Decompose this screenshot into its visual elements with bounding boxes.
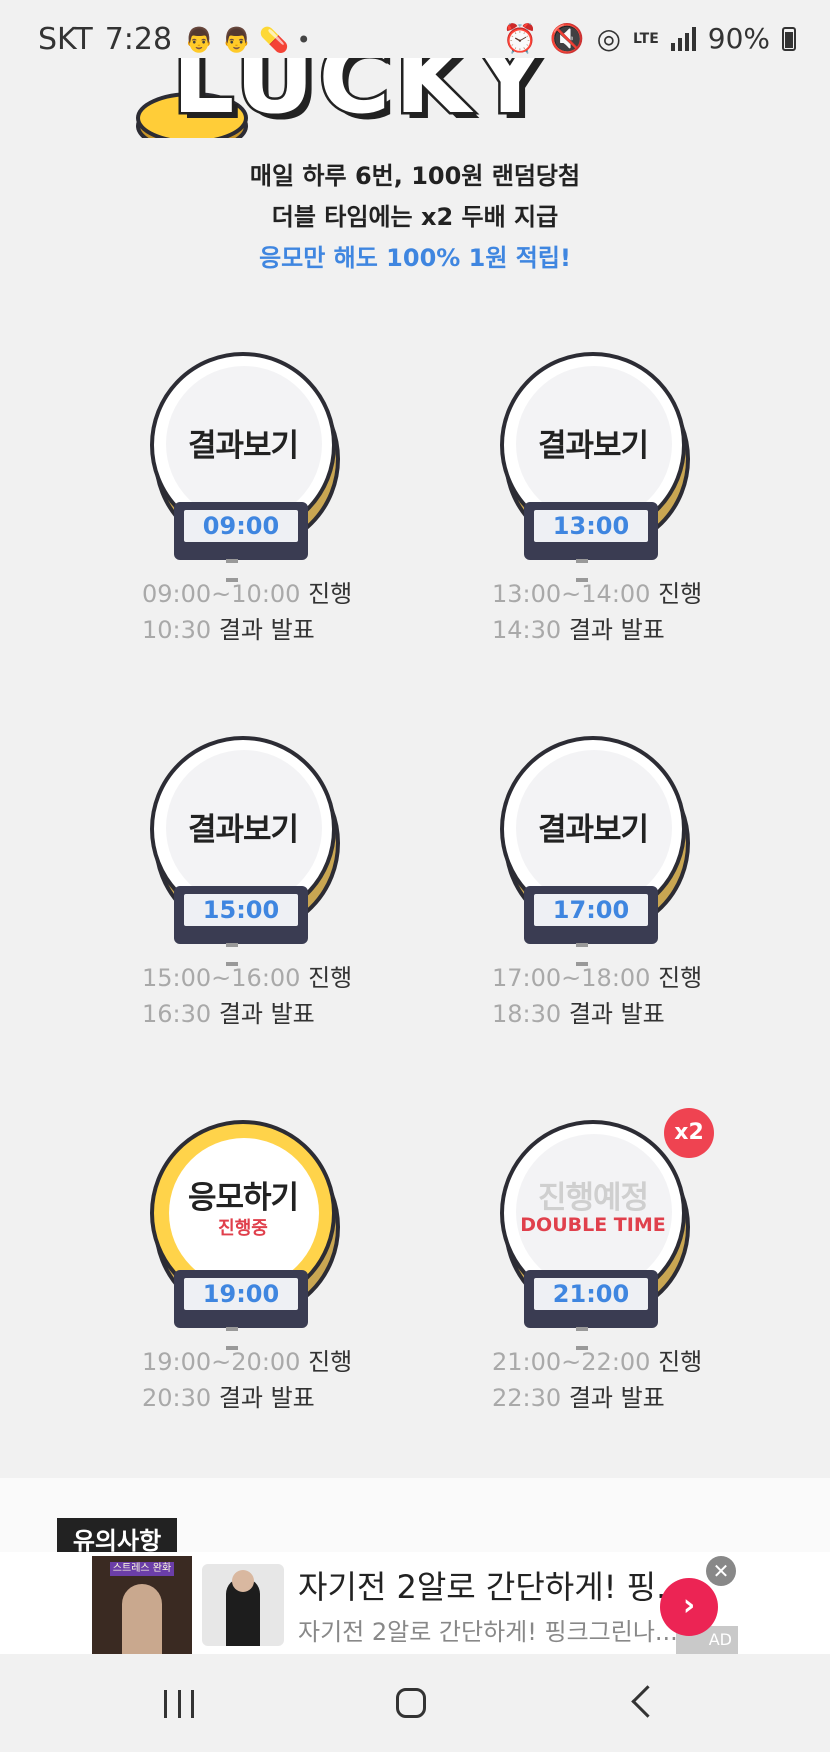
slot-info: 19:00~20:00 진행 20:30 결과 발표 <box>142 1344 402 1416</box>
result-button[interactable]: 결과보기 09:00 <box>150 352 340 582</box>
clock-display: 15:00 <box>174 886 308 966</box>
slot-range: 17:00~18:00 <box>492 964 651 992</box>
lucky-slot-0900: 결과보기 09:00 09:00~10:00 진행 10:30 결과 발표 <box>142 352 400 662</box>
intro-line-1: 매일 하루 6번, 100원 랜덤당첨 <box>249 162 581 190</box>
slot-progress-label: 진행 <box>308 580 353 608</box>
slot-progress-label: 진행 <box>658 1348 703 1376</box>
slot-progress-label: 진행 <box>308 964 353 992</box>
status-left: SKT 7:28 👨 👨 💊 • <box>38 22 311 57</box>
intro-line-3: 응모만 해도 100% 1원 적립! <box>259 244 571 272</box>
intro-text: 매일 하루 6번, 100원 랜덤당첨 더블 타임에는 x2 두배 지급 응모만… <box>0 156 830 279</box>
signal-icon <box>670 26 696 51</box>
coin-label: 진행예정 <box>537 1180 649 1216</box>
battery-icon <box>782 26 796 51</box>
slot-result-time: 18:30 <box>492 1000 562 1028</box>
slot-result-time: 20:30 <box>142 1384 212 1412</box>
slot-time: 09:00 <box>184 510 298 542</box>
battery-label: 90% <box>707 22 770 55</box>
slot-result-label: 결과 발표 <box>218 1000 315 1028</box>
slot-result-time: 22:30 <box>492 1384 562 1412</box>
lucky-slot-1300: 결과보기 13:00 13:00~14:00 진행 14:30 결과 발표 <box>492 352 750 662</box>
ad-title[interactable]: 자기전 2알로 간단하게! 핑... <box>298 1562 687 1608</box>
home-icon[interactable] <box>396 1688 426 1718</box>
slot-result-label: 결과 발표 <box>218 616 315 644</box>
lucky-slot-2100: 진행예정 DOUBLE TIME 21:00 x2 21:00~22:00 진행… <box>492 1108 750 1430</box>
slot-info: 21:00~22:00 진행 22:30 결과 발표 <box>492 1344 752 1416</box>
slot-range: 19:00~20:00 <box>142 1348 301 1376</box>
slot-time: 15:00 <box>184 894 298 926</box>
ad-subtitle[interactable]: 자기전 2알로 간단하게! 핑크그린나... <box>298 1612 678 1647</box>
ad-open-button[interactable]: › <box>660 1578 718 1636</box>
mute-icon: 🔇 <box>549 22 585 55</box>
clock-display: 09:00 <box>174 502 308 582</box>
double-badge: x2 <box>664 1108 714 1158</box>
result-button[interactable]: 결과보기 15:00 <box>150 736 340 966</box>
result-button[interactable]: 결과보기 13:00 <box>500 352 690 582</box>
system-nav-bar <box>0 1654 830 1752</box>
double-time-label: DOUBLE TIME <box>520 1214 666 1236</box>
slot-time: 21:00 <box>534 1278 648 1310</box>
slot-range: 13:00~14:00 <box>492 580 651 608</box>
slot-info: 15:00~16:00 진행 16:30 결과 발표 <box>142 960 402 1032</box>
slot-progress-label: 진행 <box>658 964 703 992</box>
slot-info: 09:00~10:00 진행 10:30 결과 발표 <box>142 576 402 648</box>
slot-time: 13:00 <box>534 510 648 542</box>
slot-result-time: 16:30 <box>142 1000 212 1028</box>
ad-thumbnail-video[interactable]: 스트레스 완화 <box>92 1556 192 1654</box>
slot-result-label: 결과 발표 <box>568 1384 665 1412</box>
notification-icons: 👨 👨 💊 • <box>184 25 311 54</box>
upcoming-button[interactable]: 진행예정 DOUBLE TIME 21:00 x2 <box>500 1108 714 1350</box>
ad-thumbnail-image[interactable] <box>202 1564 284 1646</box>
page-title: LUCKY TIME <box>170 58 550 138</box>
coin-label: 결과보기 <box>537 812 649 848</box>
recent-apps-icon[interactable] <box>164 1690 194 1718</box>
coin-label: 결과보기 <box>187 812 299 848</box>
slot-result-label: 결과 발표 <box>568 1000 665 1028</box>
clock-label: 7:28 <box>104 22 173 57</box>
clock-display: 19:00 <box>174 1270 308 1350</box>
hero-header: LUCKY TIME <box>0 58 830 138</box>
lucky-slot-1500: 결과보기 15:00 15:00~16:00 진행 16:30 결과 발표 <box>142 736 400 1046</box>
clock-display: 21:00 <box>524 1270 658 1350</box>
coin-label: 결과보기 <box>187 428 299 464</box>
in-progress-label: 진행중 <box>218 1218 268 1239</box>
slot-progress-label: 진행 <box>658 580 703 608</box>
slot-range: 21:00~22:00 <box>492 1348 651 1376</box>
carrier-label: SKT <box>38 22 93 57</box>
enter-button[interactable]: 응모하기 진행중 19:00 <box>150 1120 340 1350</box>
back-icon[interactable] <box>631 1685 664 1718</box>
slot-time: 17:00 <box>534 894 648 926</box>
slot-progress-label: 진행 <box>308 1348 353 1376</box>
coin-label: 결과보기 <box>537 428 649 464</box>
ad-close-button[interactable]: ✕ <box>706 1556 736 1586</box>
status-right: ⏰ 🔇 ◎ LTE 90% <box>503 22 796 55</box>
result-button[interactable]: 결과보기 17:00 <box>500 736 690 966</box>
slot-result-time: 10:30 <box>142 616 212 644</box>
intro-line-2: 더블 타임에는 x2 두배 지급 <box>271 203 559 231</box>
lucky-slot-1700: 결과보기 17:00 17:00~18:00 진행 18:30 결과 발표 <box>492 736 750 1046</box>
clock-display: 13:00 <box>524 502 658 582</box>
alarm-icon: ⏰ <box>502 22 538 55</box>
lucky-slot-1900: 응모하기 진행중 19:00 19:00~20:00 진행 20:30 결과 발… <box>142 1120 400 1430</box>
coin-label: 응모하기 <box>187 1180 299 1216</box>
hotspot-icon: ◎ <box>596 22 622 55</box>
slot-time: 19:00 <box>184 1278 298 1310</box>
clock-display: 17:00 <box>524 886 658 966</box>
slot-result-label: 결과 발표 <box>568 616 665 644</box>
lte-label: LTE <box>633 30 659 47</box>
ad-thumb-tag: 스트레스 완화 <box>110 1562 174 1576</box>
slot-result-time: 14:30 <box>492 616 562 644</box>
slot-result-label: 결과 발표 <box>218 1384 315 1412</box>
slot-info: 13:00~14:00 진행 14:30 결과 발표 <box>492 576 752 648</box>
slot-info: 17:00~18:00 진행 18:30 결과 발표 <box>492 960 752 1032</box>
ad-banner[interactable]: 스트레스 완화 자기전 2알로 간단하게! 핑... 자기전 2알로 간단하게!… <box>0 1552 830 1654</box>
slot-range: 15:00~16:00 <box>142 964 301 992</box>
slot-range: 09:00~10:00 <box>142 580 301 608</box>
